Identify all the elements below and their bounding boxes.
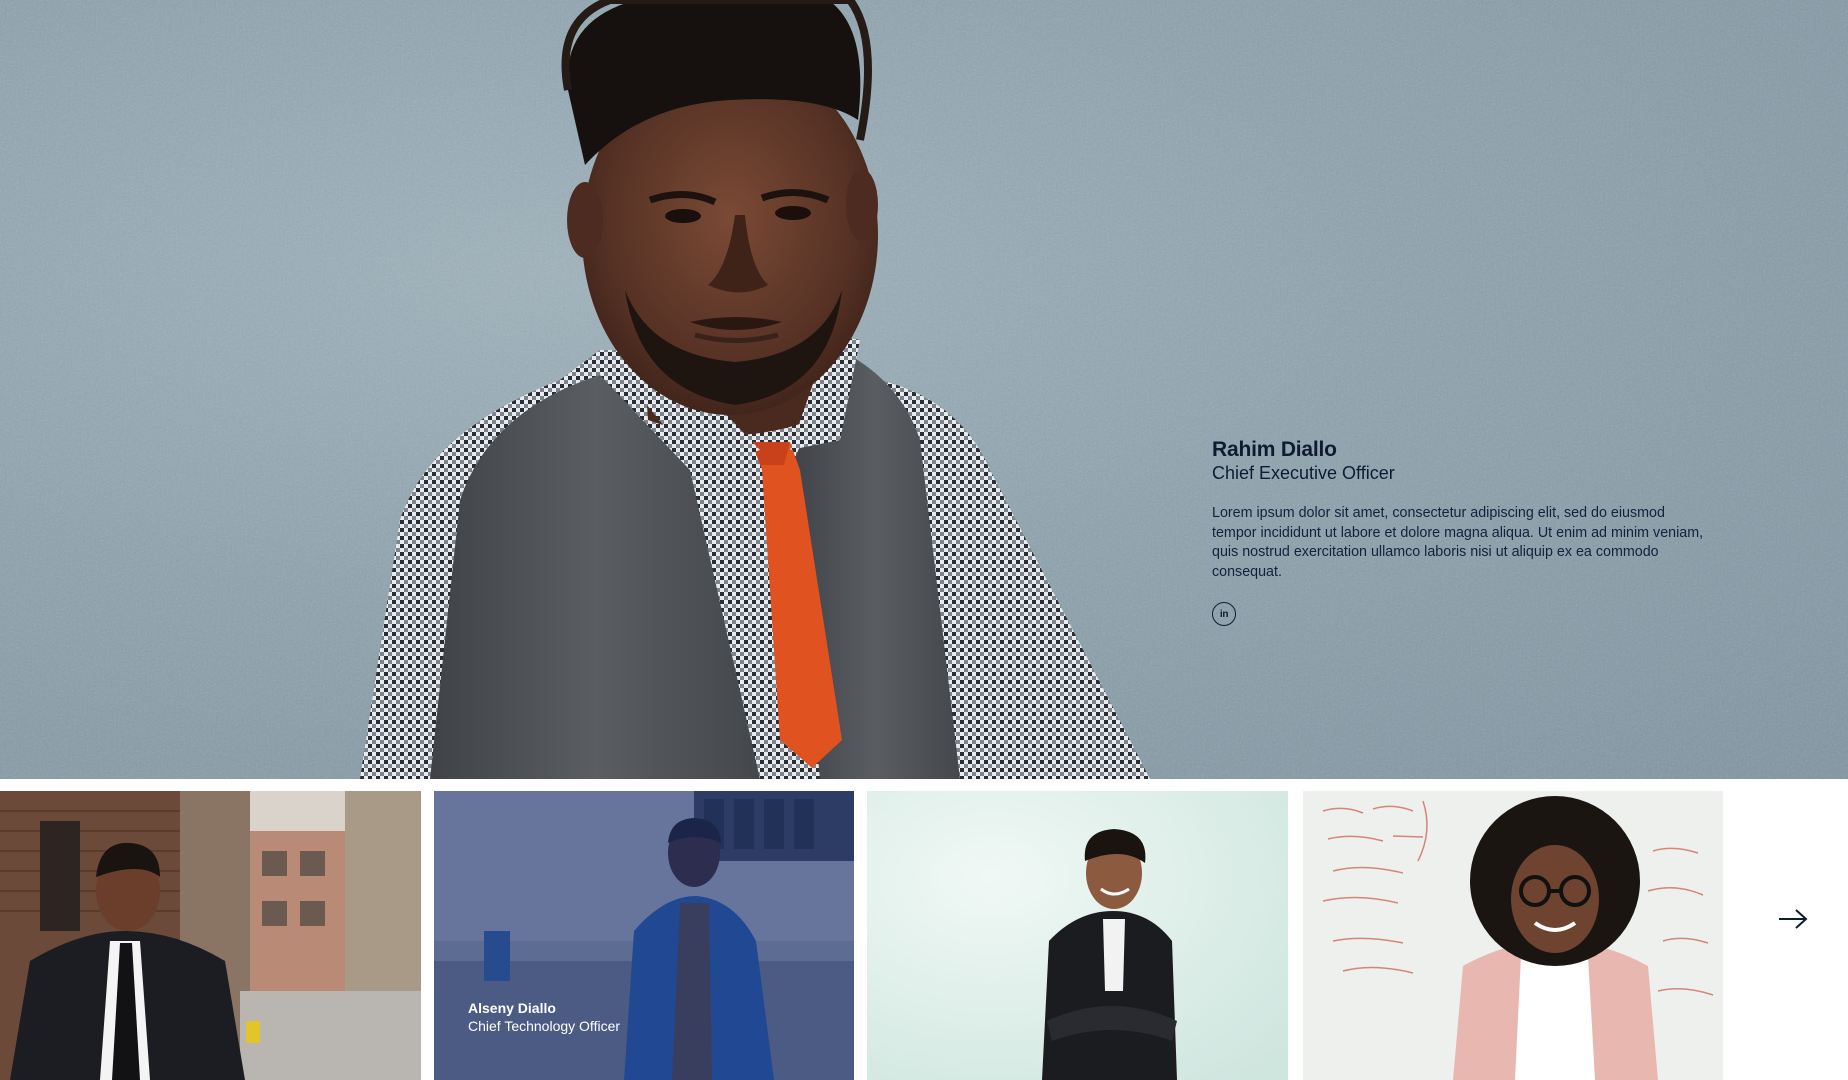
featured-member-name: Rahim Diallo — [1212, 438, 1337, 461]
team-card[interactable] — [0, 791, 421, 1080]
linkedin-icon-label: in — [1219, 608, 1229, 620]
team-card[interactable] — [867, 791, 1288, 1080]
team-card-photo — [1303, 791, 1723, 1080]
team-card-photo — [867, 791, 1288, 1080]
team-member-role: Chief Technology Officer — [468, 1018, 621, 1034]
team-card-caption: Alseny Diallo Chief Technology Officer — [468, 999, 620, 1035]
featured-member-info: Rahim Diallo Chief Executive Officer Lor… — [1212, 438, 1712, 626]
team-card[interactable] — [1303, 791, 1723, 1080]
featured-portrait-image — [360, 0, 1150, 779]
featured-member-role: Chief Executive Officer — [1212, 463, 1395, 483]
featured-member-hero: Rahim Diallo Chief Executive Officer Lor… — [0, 0, 1848, 779]
next-arrow-icon[interactable] — [1776, 904, 1810, 934]
team-card-photo — [0, 791, 421, 1080]
team-card-overlay — [434, 791, 854, 1080]
arrow-right-icon — [1779, 909, 1808, 929]
featured-member-bio: Lorem ipsum dolor sit amet, consectetur … — [1212, 505, 1704, 580]
team-member-name: Alseny Diallo — [468, 1000, 556, 1016]
team-card-highlighted[interactable]: Alseny Diallo Chief Technology Officer — [434, 791, 854, 1080]
linkedin-icon[interactable]: in — [1212, 602, 1236, 626]
